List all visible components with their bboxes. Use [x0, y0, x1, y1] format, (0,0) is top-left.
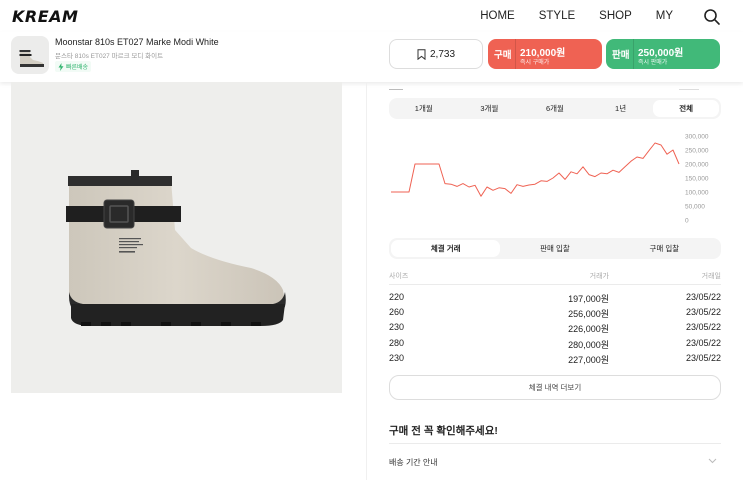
y-tick-label: 50,000	[685, 204, 705, 211]
table-row: 220 197,000원 23/05/22	[389, 290, 721, 305]
tab-1-year[interactable]: 1년	[588, 100, 654, 117]
wishlist-count: 2,733	[429, 48, 456, 60]
header-price: 거래가	[589, 273, 609, 280]
bookmark-icon	[417, 48, 426, 60]
buy-price-caption: 즉시 구매가	[520, 60, 550, 66]
tab-completed-trades[interactable]: 체결 거래	[391, 240, 501, 257]
period-tabs: 1개월 3개월 6개월 1년 전체	[389, 98, 721, 119]
notice-item-delivery[interactable]: 배송 기간 안내	[389, 443, 721, 480]
row-size: 280	[389, 338, 405, 348]
y-tick-label: 150,000	[685, 176, 709, 183]
search-icon[interactable]	[703, 8, 721, 26]
buy-button[interactable]: 구매 210,000원 즉시 구매가	[488, 39, 602, 69]
tab-buy-bids[interactable]: 구매 입찰	[610, 240, 719, 257]
trade-tabs: 체결 거래 판매 입찰 구매 입찰	[389, 238, 721, 259]
trade-table-header: 사이즈 거래가 거래일	[389, 269, 721, 285]
tab-6-months[interactable]: 6개월	[522, 100, 588, 117]
section-header-peek	[389, 82, 721, 90]
wishlist-button[interactable]: 2,733	[389, 39, 483, 69]
row-date: 23/05/22	[685, 307, 721, 317]
tab-sell-bids[interactable]: 판매 입찰	[500, 240, 609, 257]
cut-off-section-header	[389, 89, 699, 90]
y-tick-label: 300,000	[685, 134, 709, 141]
rain-boot-image	[66, 170, 286, 326]
row-price: 256,000원	[568, 309, 609, 319]
row-price: 227,000원	[568, 355, 609, 365]
product-thumbnail[interactable]	[11, 36, 49, 74]
header-date: 거래일	[701, 273, 721, 280]
nav-shop[interactable]: SHOP	[599, 10, 632, 22]
nav-home[interactable]: HOME	[480, 10, 515, 22]
y-tick-label: 100,000	[685, 190, 709, 197]
row-size: 220	[389, 292, 405, 302]
tab-3-months[interactable]: 3개월	[457, 100, 523, 117]
sell-divider	[633, 39, 634, 69]
sell-button[interactable]: 판매 250,000원 즉시 판매가	[606, 39, 720, 69]
boot-thumbnail-image	[19, 50, 44, 67]
product-image	[11, 82, 342, 393]
table-row: 230 227,000원 23/05/22	[389, 351, 721, 366]
row-date: 23/05/22	[685, 292, 721, 302]
price-series-line	[391, 142, 680, 197]
y-tick-label: 0	[685, 218, 689, 225]
chevron-down-icon	[708, 458, 717, 464]
fast-delivery-badge: 빠른배송	[55, 61, 92, 72]
y-tick-label: 200,000	[685, 162, 709, 169]
table-row: 230 226,000원 23/05/22	[389, 320, 721, 335]
row-date: 23/05/22	[685, 338, 721, 348]
top-navigation: KREAM HOME STYLE SHOP MY	[0, 0, 743, 32]
logo[interactable]: KREAM	[12, 7, 78, 26]
notice-item-label: 배송 기간 안내	[389, 458, 438, 467]
table-row: 280 280,000원 23/05/22	[389, 336, 721, 351]
row-date: 23/05/22	[685, 322, 721, 332]
fast-delivery-label: 빠른배송	[66, 65, 89, 71]
product-name-korean: 문스타 810s ET027 마르크 모디 화이트	[55, 53, 164, 60]
y-tick-label: 250,000	[685, 148, 709, 155]
row-price: 226,000원	[568, 324, 609, 334]
sell-price-caption: 즉시 판매가	[638, 60, 668, 66]
notice-title: 구매 전 꼭 확인해주세요!	[389, 425, 498, 437]
tab-1-month[interactable]: 1개월	[391, 100, 457, 117]
buy-label: 구매	[494, 50, 512, 61]
row-price: 280,000원	[568, 340, 609, 350]
nav-my[interactable]: MY	[656, 10, 673, 22]
price-chart: 300,000 250,000 200,000 150,000 100,000 50,00…	[389, 126, 721, 230]
row-size: 260	[389, 307, 405, 317]
table-row: 260 256,000원 23/05/22	[389, 305, 721, 320]
view-more-trades-button[interactable]: 체결 내역 더보기	[389, 375, 721, 400]
product-name: Moonstar 810s ET027 Marke Modi White	[55, 37, 219, 47]
price-line-chart: 300,000 250,000 200,000 150,000 100,000 50,00…	[391, 134, 709, 225]
sell-label: 판매	[612, 50, 630, 61]
row-date: 23/05/22	[685, 353, 721, 363]
row-size: 230	[389, 353, 405, 363]
product-summary-bar: Moonstar 810s ET027 Marke Modi White 문스타…	[0, 32, 743, 82]
lightning-icon	[58, 62, 64, 71]
header-size: 사이즈	[389, 273, 409, 280]
main-nav: HOME STYLE SHOP MY	[456, 10, 673, 22]
nav-style[interactable]: STYLE	[539, 10, 575, 22]
row-size: 230	[389, 322, 405, 332]
row-price: 197,000원	[568, 294, 609, 304]
tab-all[interactable]: 전체	[653, 100, 719, 117]
buy-divider	[515, 39, 516, 69]
